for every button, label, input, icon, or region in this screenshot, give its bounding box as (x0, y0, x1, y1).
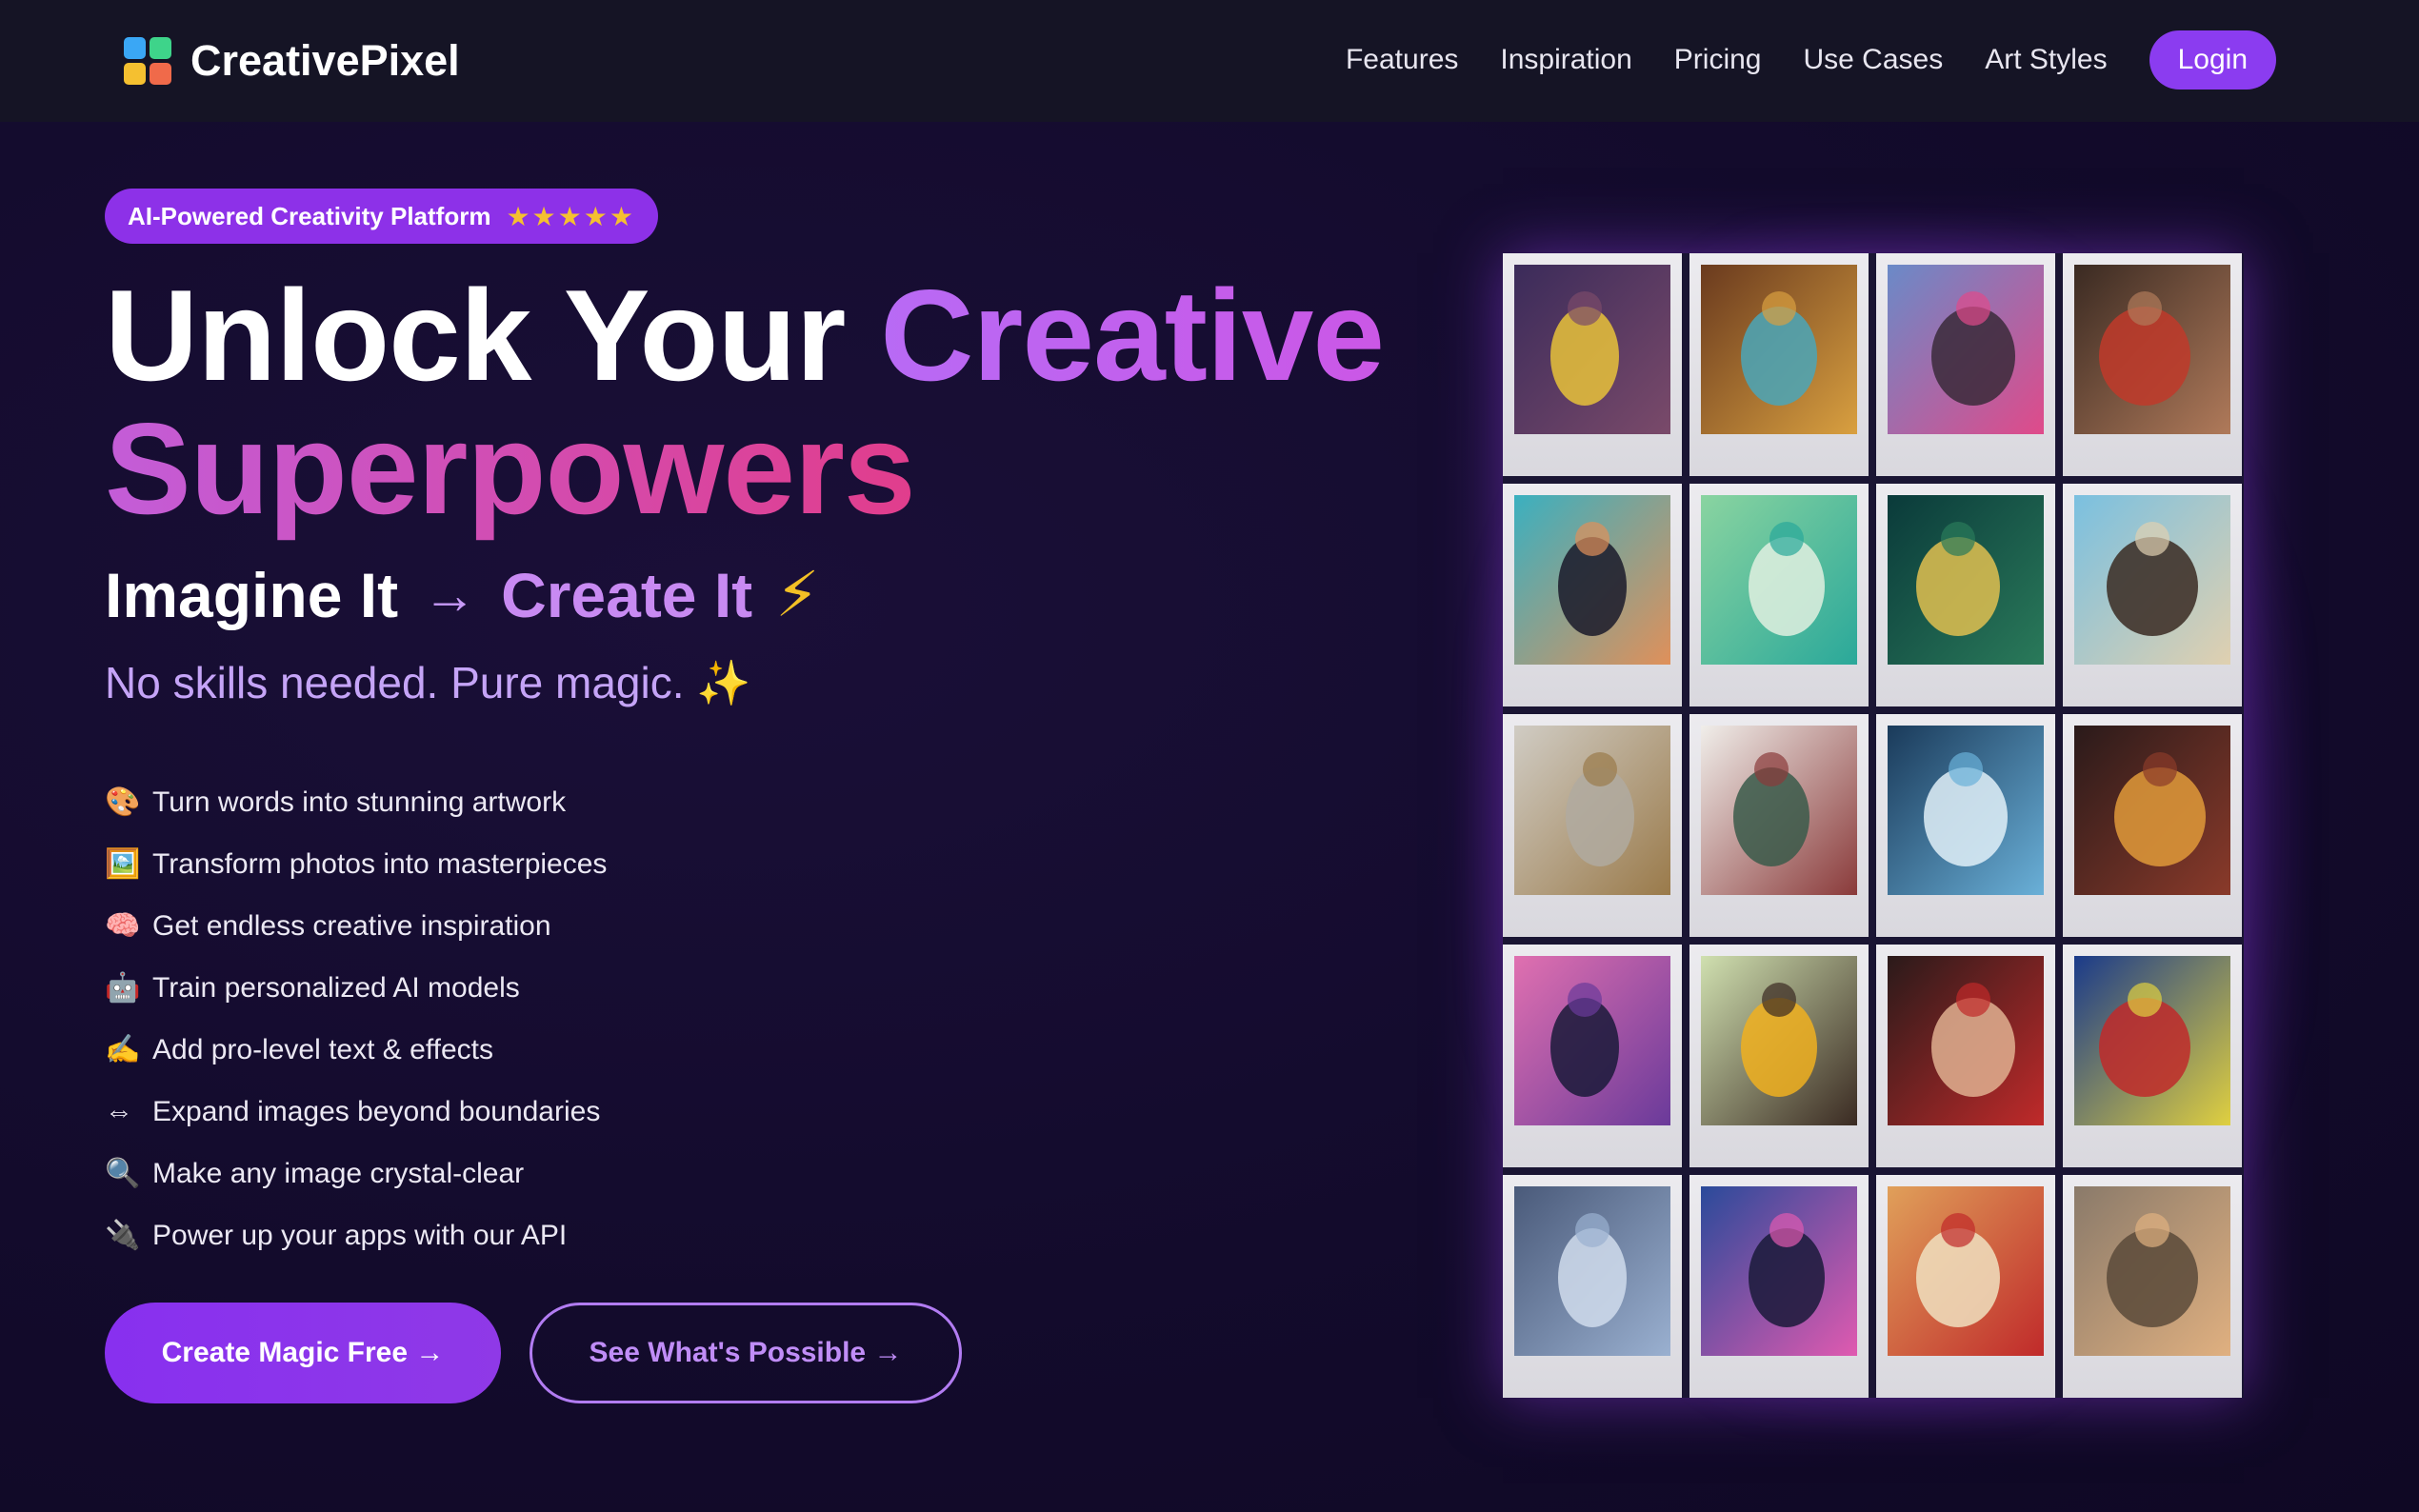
feature-item: 🔍 Make any image crystal-clear (105, 1143, 607, 1204)
feature-item: 🤖 Train personalized AI models (105, 957, 607, 1019)
gallery-image (2074, 726, 2230, 895)
gallery-image (1888, 1186, 2044, 1356)
brand-name: CreativePixel (190, 36, 460, 85)
gallery-image (1701, 726, 1857, 895)
nav-link-inspiration[interactable]: Inspiration (1500, 44, 1631, 76)
landing-page: CreativePixel Features Inspiration Prici… (0, 0, 2419, 1512)
gallery-image (1701, 956, 1857, 1125)
feature-item: 🖼️ Transform photos into masterpieces (105, 833, 607, 895)
expand-arrows-icon: ⇔ (105, 1095, 133, 1127)
gallery-tile-pink-hair-woman[interactable] (1876, 253, 2055, 476)
gallery-tile-split-face-portrait[interactable] (1689, 253, 1869, 476)
feature-text: Train personalized AI models (152, 971, 520, 1004)
palette-icon: 🎨 (105, 786, 141, 818)
gallery-tile-pop-art-glasses[interactable] (1503, 484, 1682, 706)
feature-text: Expand images beyond boundaries (152, 1095, 601, 1127)
headline-accent: Creative (880, 263, 1385, 408)
logo-square-blue (124, 37, 146, 59)
gallery-image (1514, 495, 1670, 665)
gallery-tile-ballet-dancer[interactable] (1503, 945, 1682, 1167)
gallery-image (2074, 495, 2230, 665)
gallery-tile-beach-couple[interactable] (2063, 484, 2242, 706)
badge-label: AI-Powered Creativity Platform (128, 201, 491, 230)
framed-picture-icon: 🖼️ (105, 848, 141, 880)
hero-subtagline: No skills needed. Pure magic. ✨ (105, 658, 751, 707)
nav-links: Features Inspiration Pricing Use Cases A… (1304, 30, 2276, 90)
gallery-image (1514, 1186, 1670, 1356)
nav-link-art-styles[interactable]: Art Styles (1985, 44, 2107, 76)
gallery-image (2074, 265, 2230, 434)
headline-part-2: Superpowers (105, 396, 916, 541)
rating-stars-icon: ★★★★★ (506, 201, 635, 231)
feature-list: 🎨 Turn words into stunning artwork 🖼️ Trans… (105, 771, 607, 1266)
gallery-image (2074, 1186, 2230, 1356)
gallery-tile-glass-gallery[interactable] (1876, 714, 2055, 937)
feature-text: Get endless creative inspiration (152, 909, 551, 942)
lightning-icon: ⚡ (775, 559, 820, 629)
plug-icon: 🔌 (105, 1220, 141, 1251)
gallery-tile-pikachu-room[interactable] (1503, 253, 1682, 476)
robot-icon: 🤖 (105, 972, 141, 1004)
nav-link-features[interactable]: Features (1346, 44, 1458, 76)
headline-part-1: Unlock Your (105, 263, 881, 408)
showcase-gallery (1503, 253, 2244, 1398)
nav-link-pricing[interactable]: Pricing (1674, 44, 1762, 76)
feature-text: Transform photos into masterpieces (152, 847, 608, 880)
hero-tagline: Imagine It → Create It ⚡ (105, 558, 820, 631)
gallery-tile-man-yellow-hoodie[interactable] (1689, 945, 1869, 1167)
gallery-image (1514, 265, 1670, 434)
hero-headline: Unlock Your Creative Superpowers (105, 269, 1385, 535)
feature-item: 🎨 Turn words into stunning artwork (105, 771, 607, 833)
gallery-tile-runway-models[interactable] (1689, 1175, 1869, 1398)
gallery-tile-abstract-mask[interactable] (2063, 945, 2242, 1167)
logo-icon (124, 37, 171, 85)
gallery-tile-bear-hood-girl[interactable] (2063, 1175, 2242, 1398)
gallery-image (1888, 726, 2044, 895)
gallery-image (1701, 495, 1857, 665)
gallery-image (1888, 495, 2044, 665)
see-whats-possible-button[interactable]: See What's Possible → (530, 1303, 962, 1403)
create-magic-free-button[interactable]: Create Magic Free → (105, 1303, 501, 1403)
logo-square-green (150, 37, 171, 59)
gallery-tile-plated-dish[interactable] (2063, 714, 2242, 937)
tagline-create: Create It (501, 559, 753, 630)
arrow-right-icon: → (423, 565, 477, 625)
feature-text: Turn words into stunning artwork (152, 786, 567, 818)
feature-text: Add pro-level text & effects (152, 1033, 493, 1065)
login-button[interactable]: Login (2149, 30, 2276, 90)
logo-square-yellow (124, 63, 146, 85)
gallery-image (2074, 956, 2230, 1125)
platform-badge: AI-Powered Creativity Platform ★★★★★ (105, 189, 658, 244)
tagline-imagine: Imagine It (105, 559, 399, 630)
gallery-tile-fantasy-tree-house[interactable] (1876, 484, 2055, 706)
magnifier-icon: 🔍 (105, 1158, 141, 1189)
gallery-image (1514, 956, 1670, 1125)
gallery-tile-fashion-figures[interactable] (1689, 714, 1869, 937)
gallery-tile-glass-city-model[interactable] (1503, 1175, 1682, 1398)
feature-item: 🔌 Power up your apps with our API (105, 1204, 607, 1266)
gallery-tile-renaissance-faces[interactable] (2063, 253, 2242, 476)
feature-text: Make any image crystal-clear (152, 1157, 525, 1189)
feature-item: ⇔ Expand images beyond boundaries (105, 1081, 607, 1143)
gallery-tile-teal-bottle[interactable] (1689, 484, 1869, 706)
gallery-tile-painted-face-woman[interactable] (1876, 945, 2055, 1167)
top-navbar: CreativePixel Features Inspiration Prici… (0, 0, 2419, 122)
nav-link-use-cases[interactable]: Use Cases (1804, 44, 1944, 76)
gallery-tile-chef-dragon[interactable] (1876, 1175, 2055, 1398)
gallery-image (1701, 265, 1857, 434)
logo-square-red (150, 63, 171, 85)
gallery-image (1701, 1186, 1857, 1356)
gallery-image (1888, 956, 2044, 1125)
feature-text: Power up your apps with our API (152, 1219, 568, 1251)
gallery-tile-gold-sculpture[interactable] (1503, 714, 1682, 937)
feature-item: ✍️ Add pro-level text & effects (105, 1019, 607, 1081)
writing-hand-icon: ✍️ (105, 1034, 141, 1065)
feature-item: 🧠 Get endless creative inspiration (105, 895, 607, 957)
brain-icon: 🧠 (105, 910, 141, 942)
gallery-image (1514, 726, 1670, 895)
brand[interactable]: CreativePixel (124, 36, 460, 86)
gallery-image (1888, 265, 2044, 434)
